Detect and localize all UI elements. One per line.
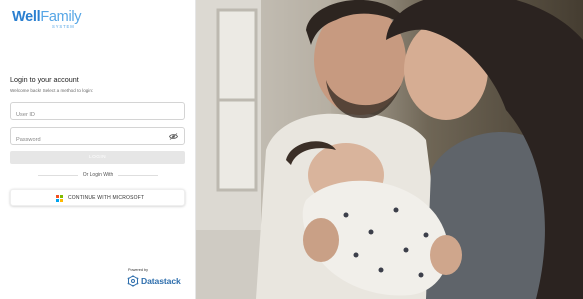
family-photo [196,0,583,299]
wellfamily-logo: WellFamily SYSTEM [12,9,92,31]
microsoft-button-label: CONTINUE WITH MICROSOFT [68,195,145,201]
photo-illustration [196,0,583,299]
password-field-wrapper [10,127,185,148]
microsoft-logo-icon [56,195,63,202]
powered-by-label: Powered by [128,268,149,272]
login-subtitle: Welcome back! Select a method to login: [10,88,94,93]
datastack-logo-icon [127,275,139,287]
logo-wordmark: WellFamily [12,9,82,25]
userid-input[interactable] [11,107,184,123]
password-input[interactable] [11,132,184,148]
logo-word-family: Family [40,9,82,25]
login-title: Login to your account [10,75,79,84]
userid-field-wrapper [10,102,185,123]
login-panel: WellFamily SYSTEM Login to your account … [0,0,196,299]
logo-subtitle: SYSTEM [52,24,75,29]
datastack-name: Datastack [141,276,181,286]
eye-icon[interactable] [169,133,178,140]
login-button[interactable]: LOGIN [10,151,185,164]
logo-word-well: Well [12,9,41,25]
datastack-logo: Datastack [127,275,191,287]
or-login-with-divider: Or Login With [82,172,114,178]
divider-line-right [118,175,158,176]
continue-with-microsoft-button[interactable]: CONTINUE WITH MICROSOFT [10,189,185,206]
